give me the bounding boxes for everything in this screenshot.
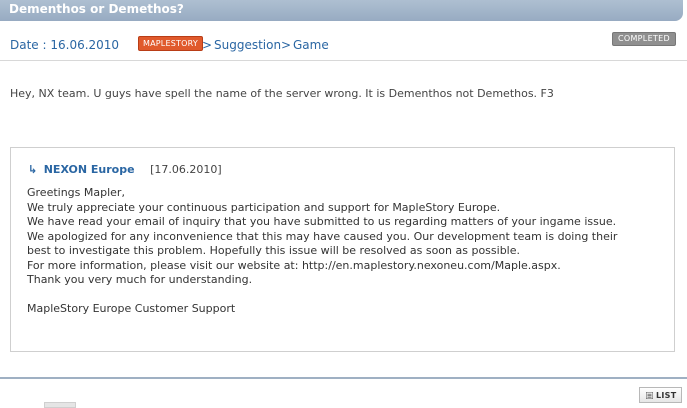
reply-line: We apologized for any inconvenience that… [27, 229, 618, 243]
header-divider [0, 60, 687, 61]
reply-line: MapleStory Europe Customer Support [27, 302, 236, 315]
breadcrumb-suggestion[interactable]: Suggestion [214, 38, 281, 52]
reply-line: We have read your email of inquiry that … [27, 215, 617, 228]
breadcrumb-separator: > [202, 38, 213, 52]
list-button-label: LIST [656, 391, 677, 400]
list-button[interactable]: LIST [639, 387, 682, 403]
reply-line: best to investigate this problem. Hopefu… [27, 244, 521, 257]
reply-body: Greetings Mapler, We truly appreciate yo… [27, 186, 617, 317]
post-meta: Date : 16.06.2010 MAPLESTORY > Suggestio… [10, 36, 680, 52]
reply-arrow-icon: ↳ [28, 163, 38, 176]
status-badge: COMPLETED [612, 32, 676, 46]
reply-date: [17.06.2010] [150, 163, 222, 176]
question-text: Hey, NX team. U guys have spell the name… [10, 87, 554, 100]
breadcrumb-separator: > [281, 38, 292, 52]
reply-header: ↳ NEXON Europe [17.06.2010] [28, 163, 222, 176]
reply-author: NEXON Europe [43, 163, 135, 176]
post-title: Dementhos or Demethos? [9, 2, 184, 16]
post-date: Date : 16.06.2010 [10, 38, 120, 52]
reply-line: For more information, please visit our w… [27, 258, 561, 272]
list-icon [646, 392, 653, 399]
reply-line: We truly appreciate your continuous part… [27, 200, 501, 214]
reply-line [27, 288, 617, 303]
footer-tab [44, 402, 76, 408]
footer-divider [0, 377, 687, 379]
reply-line: Thank you very much for understanding. [27, 273, 253, 286]
breadcrumb-game[interactable]: Game [293, 38, 329, 52]
reply-line: Greetings Mapler, [27, 186, 125, 199]
reply-box: ↳ NEXON Europe [17.06.2010] Greetings Ma… [10, 147, 675, 352]
title-bar: Dementhos or Demethos? [0, 0, 683, 21]
category-badge[interactable]: MAPLESTORY [138, 36, 203, 51]
